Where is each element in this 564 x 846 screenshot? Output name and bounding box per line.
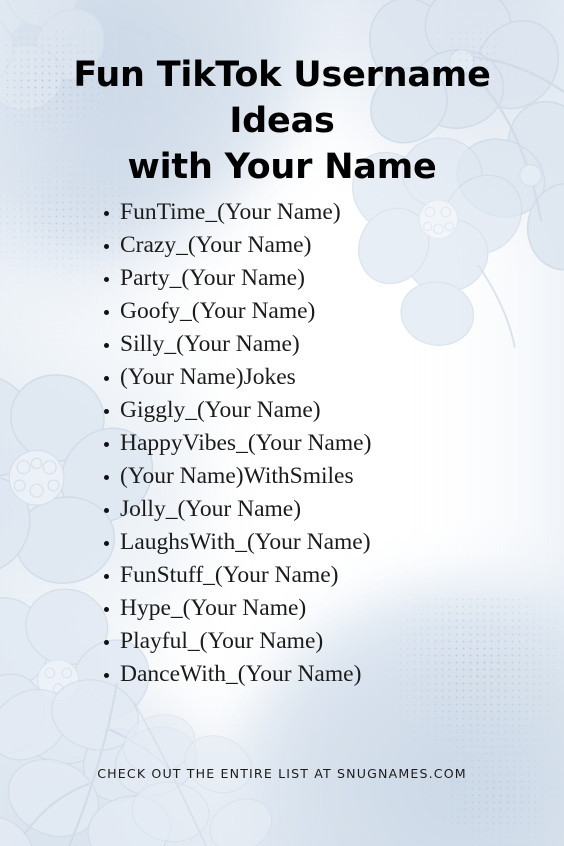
list-item: DanceWith_(Your Name) — [97, 658, 467, 691]
list-item: Silly_(Your Name) — [97, 328, 467, 361]
username-ideas-section: FunTime_(Your Name) Crazy_(Your Name) Pa… — [0, 196, 564, 691]
list-item: LaughsWith_(Your Name) — [97, 526, 467, 559]
poster-canvas: Fun TikTok Username Ideas with Your Name… — [0, 0, 564, 846]
list-item: Crazy_(Your Name) — [97, 229, 467, 262]
page-title-line-2: with Your Name — [127, 147, 437, 188]
list-item: (Your Name)Jokes — [97, 361, 467, 394]
list-item: Goofy_(Your Name) — [97, 295, 467, 328]
poster-content: Fun TikTok Username Ideas with Your Name… — [0, 0, 564, 846]
list-item: Party_(Your Name) — [97, 262, 467, 295]
page-title-line-1: Fun TikTok Username Ideas — [73, 55, 491, 142]
list-item: FunTime_(Your Name) — [97, 196, 467, 229]
username-ideas-list: FunTime_(Your Name) Crazy_(Your Name) Pa… — [97, 196, 467, 691]
list-item: HappyVibes_(Your Name) — [97, 427, 467, 460]
list-item: Giggly_(Your Name) — [97, 394, 467, 427]
list-item: Hype_(Your Name) — [97, 592, 467, 625]
list-item: Playful_(Your Name) — [97, 625, 467, 658]
list-item: FunStuff_(Your Name) — [97, 559, 467, 592]
page-title: Fun TikTok Username Ideas with Your Name — [0, 52, 564, 191]
footer-callout: CHECK OUT THE ENTIRE LIST AT SNUGNAMES.C… — [97, 766, 467, 781]
list-item: Jolly_(Your Name) — [97, 493, 467, 526]
list-item: (Your Name)WithSmiles — [97, 460, 467, 493]
